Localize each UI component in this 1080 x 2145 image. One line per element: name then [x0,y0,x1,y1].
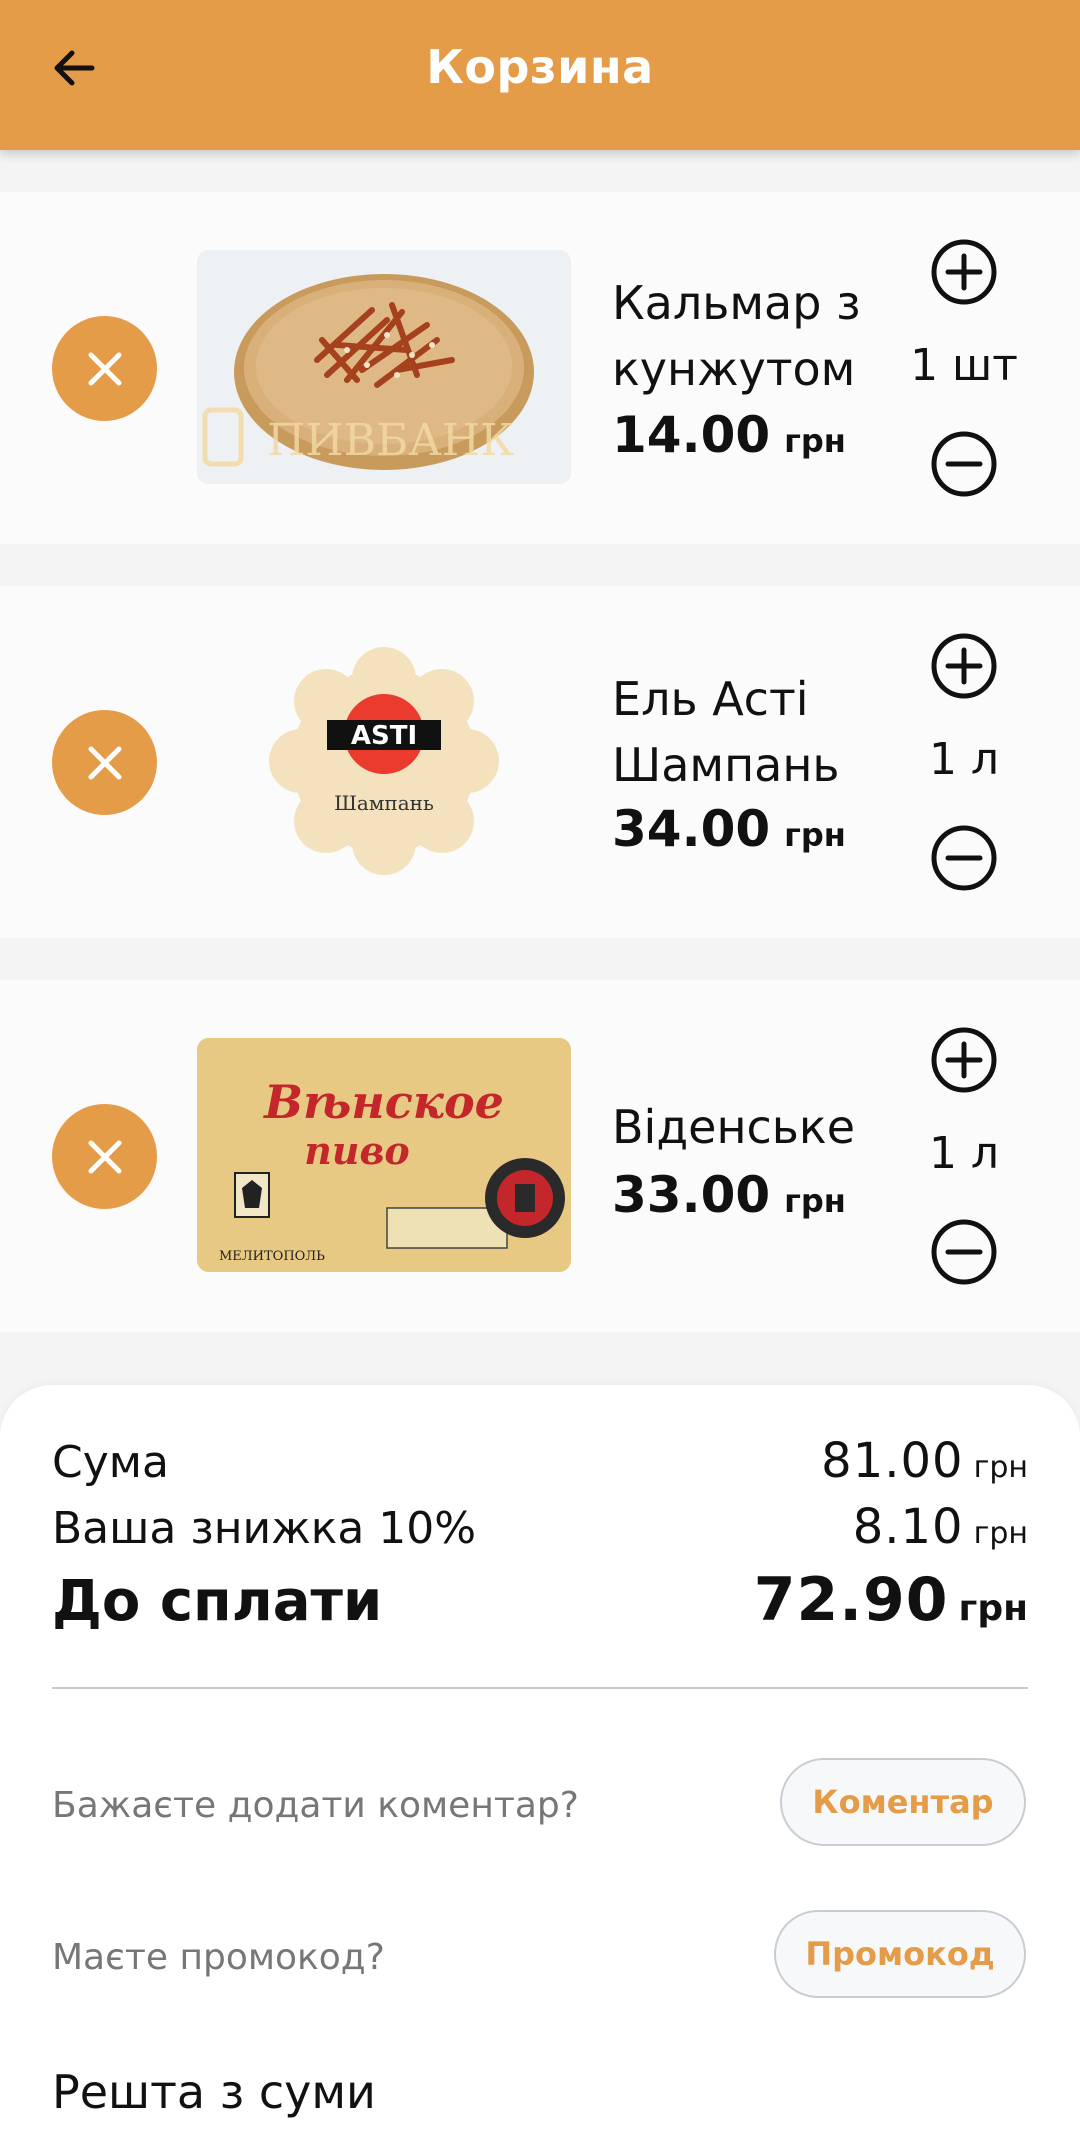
product-name: Віденське [612,1100,856,1154]
app-bar: Корзина [0,0,1080,150]
product-name: Ель Асті Шампань [612,672,840,792]
close-icon [88,1140,121,1173]
divider [52,1687,1028,1689]
discount-value: 8.10 грн [852,1499,1028,1555]
total-row: До сплати 72.90 грн [52,1565,1028,1635]
quantity-value: 1 л [928,1128,1000,1179]
cart-item: Вѣнское пиво МЕЛИТОПОЛЬ Віденське 33.00 г… [0,980,1080,1332]
sum-row: Сума 81.00 грн [52,1433,1028,1489]
label-title: Вѣнское [262,1075,504,1129]
decrease-quantity-button[interactable] [930,430,998,498]
quantity-value: 1 л [928,734,1000,785]
close-icon [88,352,121,385]
increase-quantity-button[interactable] [930,632,998,700]
product-image: ПИВБАНК [197,250,571,484]
product-price: 33.00 грн [612,1166,846,1224]
promo-prompt: Маєте промокод? [52,1937,385,1978]
cart-item: ASTI Шампань Ель Асті Шампань 34.00 грн 1… [0,586,1080,938]
product-price: 34.00 грн [612,800,846,858]
remove-item-button[interactable] [52,316,157,421]
sum-label: Сума [52,1437,169,1488]
decrease-quantity-button[interactable] [930,1218,998,1286]
promo-button[interactable]: Промокод [774,1910,1026,1998]
increase-quantity-button[interactable] [930,1026,998,1094]
increase-quantity-button[interactable] [930,238,998,306]
remove-item-button[interactable] [52,1104,157,1209]
watermark: ПИВБАНК [267,415,514,466]
change-from-amount-label: Решта з суми [52,2065,376,2119]
discount-row: Ваша знижка 10% 8.10 грн [52,1499,1028,1555]
comment-prompt: Бажаєте додати коментар? [52,1785,579,1826]
remove-item-button[interactable] [52,710,157,815]
product-image: Вѣнское пиво МЕЛИТОПОЛЬ [197,1038,571,1272]
sum-value: 81.00 грн [821,1433,1028,1489]
asti-logo-sub: Шампань [334,791,434,815]
label-subtitle: пиво [304,1128,410,1173]
product-name: Кальмар з кунжутом [612,276,861,396]
asti-logo-text: ASTI [351,721,417,751]
total-value: 72.90 грн [753,1565,1028,1635]
comment-button[interactable]: Коментар [780,1758,1026,1846]
product-image: ASTI Шампань [197,644,571,878]
discount-label: Ваша знижка 10% [52,1503,477,1554]
label-city: МЕЛИТОПОЛЬ [219,1249,325,1264]
order-summary: Сума 81.00 грн Ваша знижка 10% 8.10 грн До… [0,1385,1080,2145]
page-title: Корзина [426,40,654,94]
decrease-quantity-button[interactable] [930,824,998,892]
product-price: 14.00 грн [612,406,846,464]
close-icon [88,746,121,779]
cart-item: ПИВБАНК Кальмар з кунжутом 14.00 грн 1 шт [0,192,1080,544]
total-label: До сплати [52,1569,383,1634]
quantity-value: 1 шт [910,340,1018,391]
